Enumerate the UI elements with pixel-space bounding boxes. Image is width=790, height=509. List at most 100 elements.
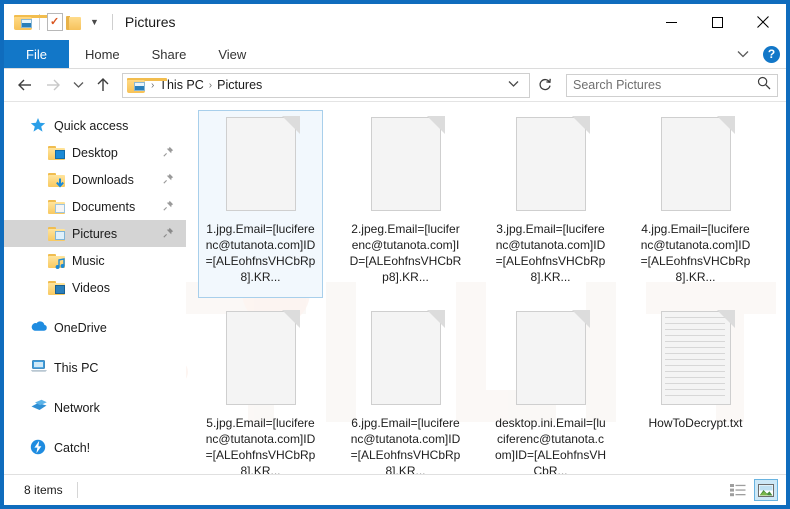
window-controls bbox=[648, 4, 786, 40]
window-title: Pictures bbox=[124, 14, 176, 30]
help-icon[interactable]: ? bbox=[763, 45, 780, 63]
blank-file-icon bbox=[657, 115, 735, 213]
folder-desktop-icon bbox=[48, 144, 66, 162]
blank-file-icon bbox=[222, 309, 300, 407]
properties-icon[interactable]: ✓ bbox=[47, 13, 63, 31]
search-placeholder: Search Pictures bbox=[573, 78, 662, 92]
pictures-folder-icon[interactable] bbox=[14, 14, 54, 30]
file-grid: 1.jpg.Email=[luciferenc@tutanota.com]ID=… bbox=[186, 102, 786, 474]
star-icon bbox=[30, 117, 48, 135]
back-button[interactable] bbox=[12, 72, 38, 98]
file-explorer-window: ✓ ▼ Pictures File Home Share View ? › Th… bbox=[0, 0, 790, 509]
this-pc-icon bbox=[30, 359, 48, 377]
sidebar-label-catch: Catch! bbox=[54, 440, 91, 455]
ribbon-right-controls: ? bbox=[733, 40, 780, 68]
address-bar: › This PC › Pictures Search Pictures bbox=[4, 69, 786, 101]
minimize-button[interactable] bbox=[648, 4, 694, 40]
large-icons-view-icon[interactable] bbox=[754, 479, 778, 501]
tab-file[interactable]: File bbox=[4, 40, 69, 68]
file-item[interactable]: 5.jpg.Email=[luciferenc@tutanota.com]ID=… bbox=[198, 304, 323, 474]
sidebar-label-onedrive: OneDrive bbox=[54, 320, 107, 335]
file-item[interactable]: 6.jpg.Email=[luciferenc@tutanota.com]ID=… bbox=[343, 304, 468, 474]
sidebar-item-downloads[interactable]: Downloads bbox=[4, 166, 186, 193]
breadcrumb-root-icon[interactable] bbox=[127, 77, 167, 93]
address-dropdown-icon[interactable] bbox=[502, 80, 525, 91]
file-name: desktop.ini.Email=[luciferenc@tutanota.c… bbox=[494, 416, 607, 474]
recent-locations-button[interactable] bbox=[68, 72, 88, 98]
network-icon bbox=[30, 399, 48, 417]
blank-file-icon bbox=[512, 115, 590, 213]
file-name: 1.jpg.Email=[luciferenc@tutanota.com]ID=… bbox=[205, 222, 316, 284]
forward-button[interactable] bbox=[40, 72, 66, 98]
sidebar-item-pictures[interactable]: Pictures bbox=[4, 220, 186, 247]
sidebar-item-documents[interactable]: Documents bbox=[4, 193, 186, 220]
tab-home[interactable]: Home bbox=[69, 40, 136, 68]
file-item[interactable]: 4.jpg.Email=[luciferenc@tutanota.com]ID=… bbox=[633, 110, 758, 298]
search-input[interactable]: Search Pictures bbox=[566, 73, 778, 97]
sidebar-item-music[interactable]: Music bbox=[4, 247, 186, 274]
folder-downloads-icon bbox=[48, 171, 66, 189]
view-buttons bbox=[726, 475, 778, 505]
sidebar-item-quick-access[interactable]: Quick access bbox=[4, 112, 186, 139]
file-item[interactable]: HowToDecrypt.txt bbox=[633, 304, 758, 474]
file-item[interactable]: desktop.ini.Email=[luciferenc@tutanota.c… bbox=[488, 304, 613, 474]
quick-access-toolbar: ✓ ▼ bbox=[4, 13, 117, 31]
sidebar-item-desktop[interactable]: Desktop bbox=[4, 139, 186, 166]
sidebar-item-this-pc[interactable]: This PC bbox=[4, 354, 186, 381]
close-button[interactable] bbox=[740, 4, 786, 40]
qat-divider-2 bbox=[111, 14, 113, 30]
file-name: HowToDecrypt.txt bbox=[648, 416, 743, 430]
catch-icon bbox=[30, 439, 48, 457]
sidebar-gap-1 bbox=[4, 301, 186, 314]
blank-file-icon bbox=[367, 115, 445, 213]
file-item[interactable]: 1.jpg.Email=[luciferenc@tutanota.com]ID=… bbox=[198, 110, 323, 298]
file-name: 5.jpg.Email=[luciferenc@tutanota.com]ID=… bbox=[205, 416, 316, 474]
status-divider bbox=[76, 482, 78, 498]
blank-file-icon bbox=[512, 309, 590, 407]
new-folder-icon[interactable] bbox=[66, 15, 81, 30]
title-bar: ✓ ▼ Pictures bbox=[4, 4, 786, 40]
chevron-down-icon[interactable] bbox=[733, 47, 753, 61]
customize-caret-icon[interactable]: ▼ bbox=[84, 17, 105, 27]
sidebar-label-videos: Videos bbox=[72, 280, 110, 295]
sidebar-gap-3 bbox=[4, 381, 186, 394]
breadcrumb-separator-1: › bbox=[208, 79, 213, 91]
sidebar-item-network[interactable]: Network bbox=[4, 394, 186, 421]
sidebar-item-videos[interactable]: Videos bbox=[4, 274, 186, 301]
details-view-icon[interactable] bbox=[726, 479, 750, 501]
maximize-button[interactable] bbox=[694, 4, 740, 40]
pin-icon[interactable] bbox=[163, 200, 174, 214]
tab-view[interactable]: View bbox=[202, 40, 262, 68]
breadcrumb-separator-0: › bbox=[151, 79, 155, 91]
file-name: 3.jpg.Email=[luciferenc@tutanota.com]ID=… bbox=[495, 222, 606, 284]
breadcrumb-item-pictures[interactable]: Pictures bbox=[217, 78, 262, 92]
text-file-icon bbox=[657, 309, 735, 407]
file-name: 6.jpg.Email=[luciferenc@tutanota.com]ID=… bbox=[350, 416, 461, 474]
file-item[interactable]: 2.jpeg.Email=[luciferenc@tutanota.com]ID… bbox=[343, 110, 468, 298]
blank-file-icon bbox=[222, 115, 300, 213]
file-item[interactable]: 3.jpg.Email=[luciferenc@tutanota.com]ID=… bbox=[488, 110, 613, 298]
onedrive-icon bbox=[30, 319, 48, 337]
up-button[interactable] bbox=[90, 72, 116, 98]
sidebar-label-desktop: Desktop bbox=[72, 145, 118, 160]
pin-icon[interactable] bbox=[163, 227, 174, 241]
folder-videos-icon bbox=[48, 279, 66, 297]
refresh-icon[interactable] bbox=[532, 77, 558, 94]
file-list-pane[interactable]: 1.jpg.Email=[luciferenc@tutanota.com]ID=… bbox=[186, 102, 786, 474]
folder-pictures-icon bbox=[48, 225, 66, 243]
search-icon[interactable] bbox=[757, 76, 771, 95]
address-input[interactable]: › This PC › Pictures bbox=[122, 72, 530, 98]
sidebar-item-onedrive[interactable]: OneDrive bbox=[4, 314, 186, 341]
pin-icon[interactable] bbox=[163, 146, 174, 160]
sidebar-gap-2 bbox=[4, 341, 186, 354]
sidebar-label-network: Network bbox=[54, 400, 100, 415]
pin-icon[interactable] bbox=[163, 173, 174, 187]
sidebar-item-catch[interactable]: Catch! bbox=[4, 434, 186, 461]
sidebar-label-quick-access: Quick access bbox=[54, 118, 129, 133]
tab-share[interactable]: Share bbox=[136, 40, 203, 68]
file-name: 4.jpg.Email=[luciferenc@tutanota.com]ID=… bbox=[640, 222, 751, 284]
folder-documents-icon bbox=[48, 198, 66, 216]
file-name: 2.jpeg.Email=[luciferenc@tutanota.com]ID… bbox=[349, 222, 462, 284]
sidebar-label-this-pc: This PC bbox=[54, 360, 99, 375]
explorer-body: Quick access Desktop Downloads Documents… bbox=[4, 101, 786, 474]
